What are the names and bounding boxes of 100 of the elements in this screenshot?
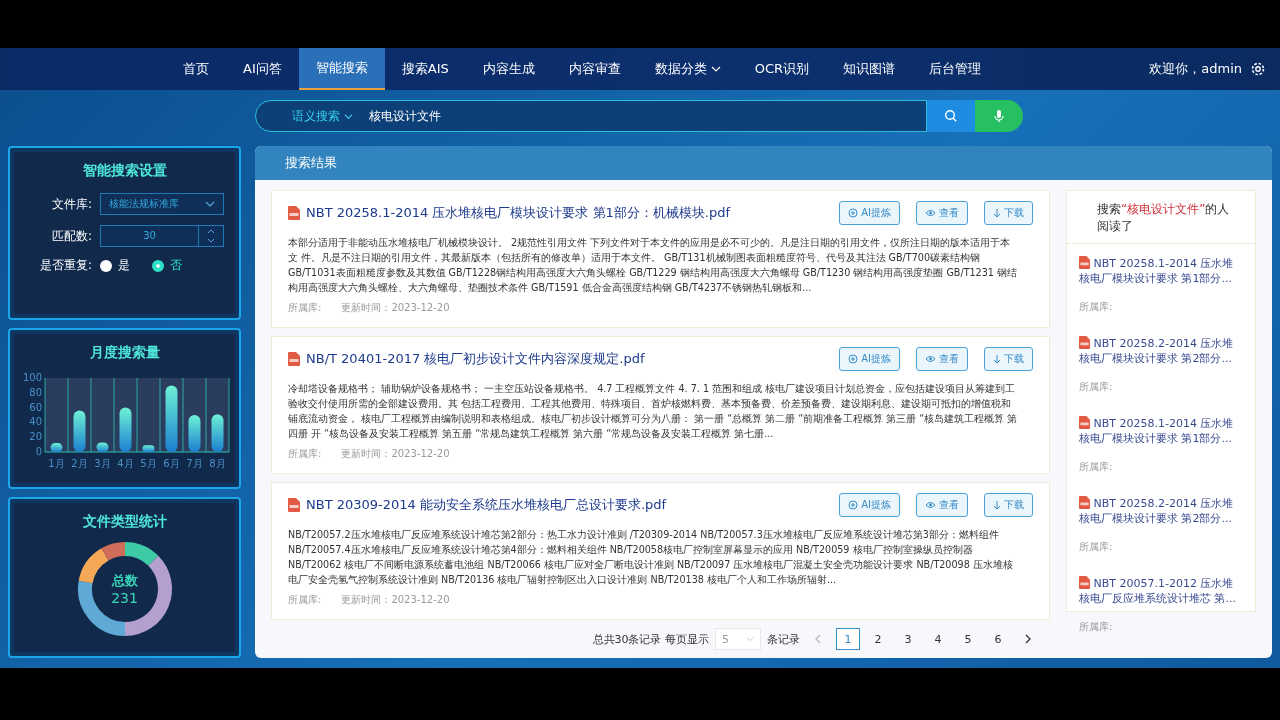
pdf-icon	[288, 498, 300, 512]
nav-tab[interactable]: 搜索AIS	[384, 48, 466, 90]
chevron-down-icon	[746, 635, 754, 643]
panel-title: 文件类型统计	[82, 513, 167, 532]
library-label: 所属库:	[1079, 540, 1114, 554]
pdf-icon	[1079, 336, 1090, 349]
eye-icon	[925, 500, 936, 510]
library-label: 所属库:	[288, 447, 322, 461]
pdf-icon	[288, 206, 300, 220]
document-excerpt: NB/T20057.2压水堆核电厂反应堆系统设计堆芯第2部分：热工水力设计准则 /T20309-2014 NB/T20057.3压水堆核电厂反应堆系统设计堆芯第3部分：燃料组件 NB/T20057.4压水堆核电厂反应堆系统设计堆芯第4部分：燃料相关组件 NB/T20058核电厂控制室屏幕显示的应用 NB/T20059 核电厂控制室操纵员控制器 NB/T20062 核电厂不间断电源系统蓄电池组 NB/T20066 核电厂应对全厂断电设计准则 NB/T20097 压水堆核电厂混凝土安全壳功能设计要求 NB/T20098 压水堆核电厂安全壳氢气控制系统设计准则 NB/T20136 核电厂辐射控制区出入口设计准则 NB/T20138 核电厂个人和工作场所辐射...	[288, 528, 1014, 587]
nav-tab[interactable]: 数据分类	[637, 48, 738, 90]
axis-tick: 3月	[93, 458, 111, 470]
settings-icon[interactable]	[1250, 61, 1266, 77]
document-link[interactable]: NBT 20309-2014 能动安全系统压水堆核电厂总设计要求.pdf	[306, 496, 667, 514]
pdf-icon	[1079, 576, 1090, 589]
document-excerpt: 本部分适用于非能动压水堆核电厂机械模块设计。 2规范性引用文件 下列文件对于本文件的应用是必不可少的。凡是注日期的引用文件，仅所注日期的版本适用于本文 件。凡是不注日期的引用文件，其最新版本（包括所有的修改单）适用于本文件。 GB/T131机械制图表面粗糙度符号、代号及其注法 GB/T700碳素结构钢 GB/T1031表面粗糙度参数及其数值 GB/T1228钢结构用高强度大六角头螺栓 GB/T1229 钢结构用高强度大六角螺母 GB/T1230 钢结构用高强度垫圈 GB/T1231 钢结构用高强度大六角头螺栓、大六角螺母、垫圈技术条件 GB/T1591 低合金高强度结构钢 GB/T4237不锈钢热轧钢板和...	[288, 236, 1018, 295]
pdf-icon	[1079, 496, 1090, 509]
eye-icon	[925, 354, 936, 364]
plus-circle-icon	[848, 500, 859, 510]
field-label: 文件库:	[50, 195, 92, 213]
related-document-link[interactable]: NBT 20258.2-2014 压水堆核电厂模块设计要求 第2部分...	[1079, 336, 1243, 366]
axis-tick: 100	[22, 372, 42, 384]
number-input[interactable]: 30	[100, 225, 224, 247]
total-value: 231	[111, 590, 138, 607]
nav-tab[interactable]: 智能搜索	[298, 48, 385, 90]
library-label: 所属库:	[1079, 460, 1114, 474]
radio-option[interactable]: 是	[100, 257, 130, 274]
plus-circle-icon	[848, 354, 859, 364]
axis-tick: 60	[28, 402, 42, 414]
document-excerpt: 冷却塔设备规格书； 辅助锅炉设备规格书； 一主空压站设备规格书。 4.7 工程概算文件 4. 7. 1 范围和组成 核电厂建设项目计划总资金，应包括建设项目从筹建到工验收交付使用所需的全部建设费用。其 包括工程费用、工程其他费用、特殊项目、首炉核燃料费、基本预备费、价差预备费、建设期利息、建设期可抵扣的增值税和铺底流动资金， 核电厂工程概算由编制说明和表格组成。核电厂初步设计概算可分为八册： 第一册 “总概算 第二册 “前期准备工程概算 第三册 “核岛建筑工程概算 第四册 开 “核岛设备及安装工程概算 第五册 “常规岛建筑工程概算 第六册 “常规岛设备及安装工程概算 第七册...	[288, 382, 1019, 441]
results-title: 搜索结果	[285, 154, 337, 172]
total-label: 总数	[111, 572, 138, 591]
nav-tab[interactable]: 后台管理	[912, 48, 999, 90]
plus-circle-icon	[848, 208, 859, 218]
axis-tick: 80	[28, 387, 42, 399]
library-label: 所属库:	[288, 301, 322, 315]
panel-title: 月度搜索量	[89, 344, 160, 363]
related-heading: 搜索“核电设计文件”的人阅读了	[1067, 191, 1255, 244]
eye-icon	[925, 208, 936, 218]
search-mode-dropdown[interactable]: 语义搜索	[256, 107, 367, 125]
radio-option[interactable]: 否	[152, 257, 182, 274]
axis-tick: 1月	[47, 458, 65, 470]
increment-icon[interactable]	[207, 228, 215, 234]
axis-tick: 2月	[70, 458, 88, 470]
library-label: 所属库:	[1079, 620, 1114, 634]
page-button[interactable]: 3	[896, 628, 920, 650]
library-label: 所属库:	[288, 593, 322, 607]
page-button[interactable]: 6	[986, 628, 1010, 650]
page-button[interactable]: 1	[836, 628, 860, 650]
document-link[interactable]: NB/T 20401-2017 核电厂初步设计文件内容深度规定.pdf	[306, 350, 645, 368]
axis-tick: 20	[28, 431, 42, 443]
page-button[interactable]: 5	[956, 628, 980, 650]
update-time: 更新时间：2023-12-20	[341, 593, 450, 607]
field-label: 是否重复:	[38, 257, 92, 274]
download-icon	[993, 354, 1001, 364]
next-page-icon[interactable]	[1024, 634, 1032, 644]
axis-tick: 6月	[162, 458, 180, 470]
welcome-text: 欢迎你，admin	[1149, 60, 1242, 78]
library-select[interactable]: 核能法规标准库	[100, 193, 224, 215]
pagination-summary: 总共30条记录 每页显示	[592, 631, 709, 647]
library-label: 所属库:	[1079, 380, 1114, 394]
library-label: 所属库:	[1079, 300, 1114, 314]
field-label: 匹配数:	[50, 227, 92, 245]
axis-tick: 8月	[208, 458, 226, 470]
nav-tab[interactable]: AI问答	[226, 48, 299, 90]
related-document-link[interactable]: NBT 20258.1-2014 压水堆核电厂模块设计要求 第1部分...	[1079, 416, 1243, 446]
download-icon	[993, 500, 1001, 510]
microphone-button[interactable]	[975, 100, 1023, 132]
microphone-icon	[993, 109, 1005, 123]
axis-tick: 4月	[116, 458, 134, 470]
chevron-down-icon	[205, 199, 215, 209]
axis-tick: 40	[28, 416, 42, 428]
bar	[50, 443, 62, 453]
document-link[interactable]: NBT 20258.1-2014 压水堆核电厂模块设计要求 第1部分：机械模块.pdf	[306, 204, 730, 222]
download-icon	[993, 208, 1001, 218]
search-field[interactable]: 语义搜索 核电设计文件	[255, 100, 927, 132]
update-time: 更新时间：2023-12-20	[341, 301, 450, 315]
axis-tick: 0	[35, 446, 42, 458]
page-button[interactable]: 2	[866, 628, 890, 650]
nav-tab[interactable]: 首页	[166, 48, 226, 90]
chevron-down-icon	[344, 111, 353, 121]
related-document-link[interactable]: NBT 20258.2-2014 压水堆核电厂模块设计要求 第2部分...	[1079, 496, 1243, 526]
nav-tab[interactable]: 知识图谱	[826, 48, 913, 90]
axis-tick: 7月	[185, 458, 203, 470]
axis-tick: 5月	[139, 458, 157, 470]
update-time: 更新时间：2023-12-20	[341, 447, 450, 461]
related-document-link[interactable]: NBT 20057.1-2012 压水堆核电厂反应堆系统设计堆芯 第...	[1079, 576, 1243, 606]
pdf-icon	[1079, 416, 1090, 429]
page-button[interactable]: 4	[926, 628, 950, 650]
related-document-link[interactable]: NBT 20258.1-2014 压水堆核电厂模块设计要求 第1部分...	[1079, 256, 1243, 286]
nav-tab[interactable]: 内容生成	[465, 48, 552, 90]
nav-tab[interactable]: 内容审查	[551, 48, 638, 90]
bar	[142, 445, 154, 453]
decrement-icon[interactable]	[207, 238, 215, 244]
pdf-icon	[288, 352, 300, 366]
bar	[96, 442, 108, 453]
pagination-unit: 条记录	[767, 631, 800, 647]
search-icon	[944, 109, 958, 123]
nav-tab[interactable]: OCR识别	[737, 48, 827, 90]
panel-title: 智能搜索设置	[82, 162, 167, 180]
